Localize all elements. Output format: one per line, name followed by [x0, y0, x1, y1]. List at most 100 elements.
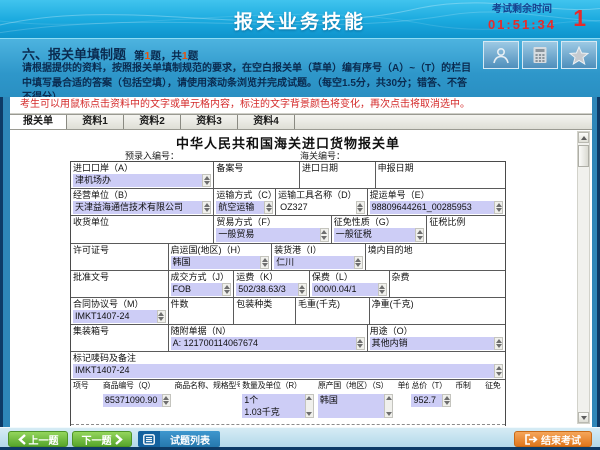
stepper[interactable]: [298, 283, 307, 296]
input-commodity-code[interactable]: 85371090.90: [103, 394, 171, 407]
label-usage: 用途（O）: [370, 326, 503, 336]
item-row: [71, 424, 505, 426]
input-bill-no[interactable]: 98809644261_00285953: [370, 201, 503, 214]
input-insurance[interactable]: 000/0.04/1: [312, 283, 387, 296]
scrollbar-up-button[interactable]: [578, 132, 589, 143]
items-header-quantity-unit: 数量及单位（R）: [242, 381, 314, 391]
label-operator: 经营单位（B）: [73, 190, 211, 200]
input-terms[interactable]: FOB: [171, 283, 232, 296]
label-freight: 运费（K）: [236, 272, 307, 282]
items-header-levy-exempt: 征免: [485, 381, 503, 391]
stepper[interactable]: [202, 174, 211, 187]
content-frame: 考生可以用鼠标点击资料中的文字或单元格内容，标注的文字背景颜色将变化，再次点击将…: [0, 97, 600, 427]
input-transport-name[interactable]: OZ327: [278, 201, 365, 214]
input-quantity-unit[interactable]: 1个 1.03千克: [242, 394, 314, 418]
question-counter: 第1题，共1题: [134, 50, 198, 62]
input-levy-nature[interactable]: 一般征税: [334, 228, 425, 242]
tab-declaration[interactable]: 报关单: [10, 115, 67, 129]
left-side-strip: [3, 97, 10, 427]
label-transport-mode: 运输方式（C）: [216, 190, 273, 200]
stepper[interactable]: [415, 228, 424, 242]
input-transport-mode[interactable]: 航空运输: [216, 201, 273, 214]
scroll-down-icon: [581, 416, 587, 420]
stepper[interactable]: [320, 228, 329, 242]
label-approval-no: 批准文号: [73, 272, 166, 282]
end-exam-button[interactable]: 结束考试: [514, 431, 592, 447]
chevron-right-icon: [115, 434, 123, 445]
section-title: 六、报关单填制题第1题，共1题: [22, 44, 198, 63]
question-list-button[interactable]: 试题列表: [138, 431, 220, 447]
items-header-item-no: 项号: [73, 381, 99, 391]
label-marks-remarks: 标记唛码及备注: [73, 353, 503, 363]
items-header-unit-price: 单价: [397, 381, 407, 391]
input-origin-country[interactable]: 韩国: [171, 256, 270, 269]
stepper[interactable]: [264, 201, 273, 214]
input-freight[interactable]: 502/38.63/3: [236, 283, 307, 296]
input-import-port[interactable]: 津机场办: [73, 174, 211, 187]
input-item-origin[interactable]: 韩国: [318, 394, 394, 418]
label-container-no: 集装箱号: [73, 326, 166, 336]
table-row: 集装箱号 随附单据（N） A: 121700114067674 用途（O） 其: [71, 325, 505, 352]
items-header-currency: 币制: [455, 381, 481, 391]
items-header-origin-country: 原产国（地区）（S）: [318, 381, 394, 391]
scroll-up-icon: [581, 136, 587, 140]
calculator-icon-button[interactable]: [522, 41, 558, 69]
input-operator[interactable]: 天津益海通信技术有限公司: [73, 201, 211, 214]
table-row: 批准文号 成交方式（J） FOB 运费（K） 502/38.63/3: [71, 271, 505, 298]
input-loading-port[interactable]: 仁川: [274, 256, 363, 269]
tab-material-2[interactable]: 资料2: [124, 115, 181, 129]
stepper[interactable]: [305, 394, 314, 418]
input-usage[interactable]: 其他内销: [370, 337, 503, 350]
label-origin-country: 启运国(地区)（H）: [171, 245, 270, 255]
label-consignee: 收货单位: [73, 217, 211, 227]
stepper[interactable]: [494, 201, 503, 214]
label-net-weight: 净重(千克): [372, 299, 503, 309]
question-panel: 六、报关单填制题第1题，共1题 请根据提供的资料，按照报关单填制规范的要求，在空…: [0, 38, 600, 97]
input-contract-no[interactable]: IMKT1407-24: [73, 310, 166, 323]
stepper[interactable]: [354, 256, 363, 269]
stepper[interactable]: [378, 283, 387, 296]
item-row: 85371090.90 1个 1.03千克: [71, 392, 505, 424]
label-misc-fee: 杂费: [392, 272, 503, 282]
label-levy-nature: 征免性质（G）: [334, 217, 425, 227]
next-question-button[interactable]: 下一题: [72, 431, 132, 447]
stepper[interactable]: [494, 364, 503, 378]
stepper[interactable]: [222, 283, 231, 296]
input-marks-remarks[interactable]: IMKT1407-24: [73, 364, 503, 378]
label-documents: 随附单据（N）: [171, 326, 365, 336]
user-icon: [492, 47, 510, 64]
items-header-name-spec: 商品名称、规格型号: [175, 381, 239, 391]
user-icon-button[interactable]: [483, 41, 519, 69]
label-contract-no: 合同协议号（M）: [73, 299, 166, 309]
tab-material-3[interactable]: 资料3: [181, 115, 238, 129]
section-title-text: 六、报关单填制题: [22, 47, 126, 62]
input-documents[interactable]: A: 121700114067674: [171, 337, 365, 350]
label-import-port: 进口口岸（A）: [73, 163, 211, 173]
customs-no-label: 海关编号：: [300, 149, 345, 162]
prev-question-button[interactable]: 上一题: [8, 431, 68, 447]
list-icon: [143, 434, 155, 445]
exam-timer-value: 01:51:34: [488, 17, 556, 33]
content-area: 考生可以用鼠标点击资料中的文字或单元格内容，标注的文字背景颜色将变化，再次点击将…: [10, 97, 592, 427]
stepper[interactable]: [356, 201, 365, 214]
stepper[interactable]: [157, 310, 166, 323]
stepper[interactable]: [260, 256, 269, 269]
scrollbar-down-button[interactable]: [578, 412, 589, 423]
star-icon-button[interactable]: [561, 41, 597, 69]
scrollbar-thumb[interactable]: [578, 145, 589, 167]
star-icon: [569, 46, 589, 65]
input-trade-mode[interactable]: 一般贸易: [216, 228, 328, 242]
stepper[interactable]: [442, 394, 451, 407]
tab-material-4[interactable]: 资料4: [238, 115, 295, 129]
tab-material-1[interactable]: 资料1: [67, 115, 124, 129]
stepper[interactable]: [162, 394, 171, 407]
vertical-scrollbar[interactable]: [577, 131, 590, 424]
exit-icon: [525, 434, 538, 445]
stepper[interactable]: [384, 394, 393, 418]
right-side-strip: [592, 97, 597, 427]
label-bill-no: 提运单号（E）: [370, 190, 503, 200]
input-item-total[interactable]: 952.7: [411, 394, 451, 407]
stepper[interactable]: [356, 337, 365, 350]
stepper[interactable]: [202, 201, 211, 214]
stepper[interactable]: [494, 337, 503, 350]
